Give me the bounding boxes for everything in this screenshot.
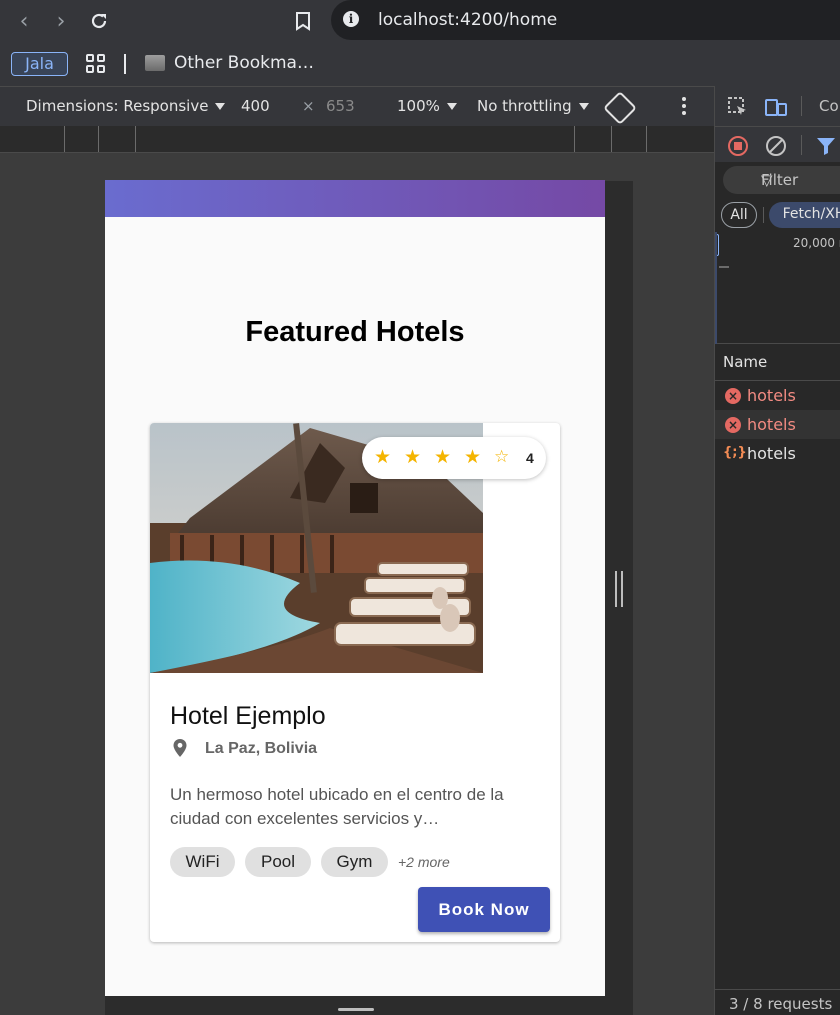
inspect-element-icon[interactable] xyxy=(727,96,749,118)
record-stop-icon[interactable] xyxy=(727,135,749,157)
hotel-description: Un hermoso hotel ubicado en el centro de… xyxy=(170,785,504,828)
request-row[interactable]: {;} hotels xyxy=(715,439,840,468)
reload-icon[interactable] xyxy=(86,8,112,34)
back-icon[interactable]: ‹ xyxy=(11,8,37,34)
profile-chip[interactable]: Jala xyxy=(11,52,68,76)
more-options-icon[interactable] xyxy=(682,97,686,115)
bookmark-folder-other[interactable]: Other Bookma… xyxy=(174,53,314,73)
amenity-chip: Gym xyxy=(321,847,388,877)
request-name: hotels xyxy=(747,415,796,434)
request-name: hotels xyxy=(747,444,796,463)
resize-handle-bottom[interactable] xyxy=(338,1008,374,1011)
app-header xyxy=(105,180,605,217)
width-input[interactable]: 400 xyxy=(241,97,270,115)
star-filled-icon: ★ xyxy=(434,447,452,468)
filter-all-chip[interactable]: All xyxy=(721,202,757,228)
tab-divider xyxy=(801,96,802,116)
clear-icon[interactable] xyxy=(765,135,787,157)
apps-grid-icon[interactable] xyxy=(86,54,106,74)
star-filled-icon: ★ xyxy=(374,447,392,468)
network-toolbar xyxy=(715,126,840,162)
hotel-page: Featured Hotels ★ ★ ★ ★ ☆ 4 Hotel Ejempl… xyxy=(105,180,605,996)
name-column-header[interactable]: Name xyxy=(715,344,840,381)
bookmarks-divider xyxy=(124,54,126,74)
overview-track xyxy=(715,232,717,344)
address-bar[interactable]: i localhost:4200/home xyxy=(331,0,840,40)
more-amenities: +2 more xyxy=(398,854,450,870)
height-input[interactable]: 653 xyxy=(326,97,355,115)
overview-tick xyxy=(719,266,729,268)
chip-divider xyxy=(763,207,764,223)
amenity-chip: WiFi xyxy=(170,847,235,877)
error-icon: × xyxy=(725,388,741,404)
dimensions-select[interactable]: Dimensions: Responsive xyxy=(26,97,225,115)
device-toggle-icon[interactable] xyxy=(765,96,787,118)
url-text[interactable]: localhost:4200/home xyxy=(378,10,557,30)
folder-icon xyxy=(145,55,165,71)
filter-fetch-chip[interactable]: Fetch/XH xyxy=(769,202,840,228)
star-filled-icon: ★ xyxy=(464,447,482,468)
forward-icon[interactable]: › xyxy=(48,8,74,34)
zoom-select[interactable]: 100% xyxy=(397,97,457,115)
filter-input[interactable]: ▽ Filter xyxy=(723,166,840,194)
resize-handle-right[interactable] xyxy=(615,571,623,607)
star-empty-icon: ☆ xyxy=(494,447,510,466)
location-pin-icon xyxy=(173,739,187,757)
hotel-location: La Paz, Bolivia xyxy=(205,740,318,757)
browser-toolbar: ‹ › i localhost:4200/home xyxy=(0,0,840,42)
filter-funnel-icon[interactable] xyxy=(815,135,837,157)
request-row[interactable]: × hotels xyxy=(715,381,840,410)
book-now-button[interactable]: Book Now xyxy=(418,887,550,932)
rating-badge: ★ ★ ★ ★ ☆ 4 xyxy=(362,437,546,479)
devtools-panel: Co ▽ Filter All Fetch/XH 20,000 r Name ×… xyxy=(714,86,840,1015)
star-filled-icon: ★ xyxy=(404,447,422,468)
amenity-chip: Pool xyxy=(245,847,311,877)
name-header-label: Name xyxy=(723,353,768,371)
site-info-icon[interactable]: i xyxy=(343,11,359,27)
network-status-bar: 3 / 8 requests xyxy=(715,989,840,1015)
section-title: Featured Hotels xyxy=(245,316,465,348)
request-row[interactable]: × hotels xyxy=(715,410,840,439)
overview-label: 20,000 r xyxy=(793,236,840,250)
media-query-bar xyxy=(0,126,714,153)
error-icon: × xyxy=(725,417,741,433)
tab-console[interactable]: Co xyxy=(819,97,839,115)
times-separator: × xyxy=(302,97,315,115)
throttling-select[interactable]: No throttling xyxy=(477,97,589,115)
request-count: 3 / 8 requests xyxy=(729,995,833,1013)
devtools-tabbar: Co xyxy=(715,86,840,126)
request-name: hotels xyxy=(747,386,796,405)
toolbar-divider xyxy=(801,135,802,155)
json-icon: {;} xyxy=(723,445,747,460)
resize-rail-bottom xyxy=(105,996,633,1015)
hotel-name: Hotel Ejemplo xyxy=(170,702,326,730)
bookmark-star-icon[interactable] xyxy=(290,8,316,34)
rating-value: 4 xyxy=(526,450,534,466)
network-overview: 20,000 r xyxy=(715,232,840,344)
hotel-card[interactable]: ★ ★ ★ ★ ☆ 4 Hotel Ejemplo La Paz, Bolivi… xyxy=(150,423,560,942)
bookmarks-bar: Jala Other Bookma… xyxy=(0,42,840,86)
filter-placeholder: Filter xyxy=(761,171,799,189)
